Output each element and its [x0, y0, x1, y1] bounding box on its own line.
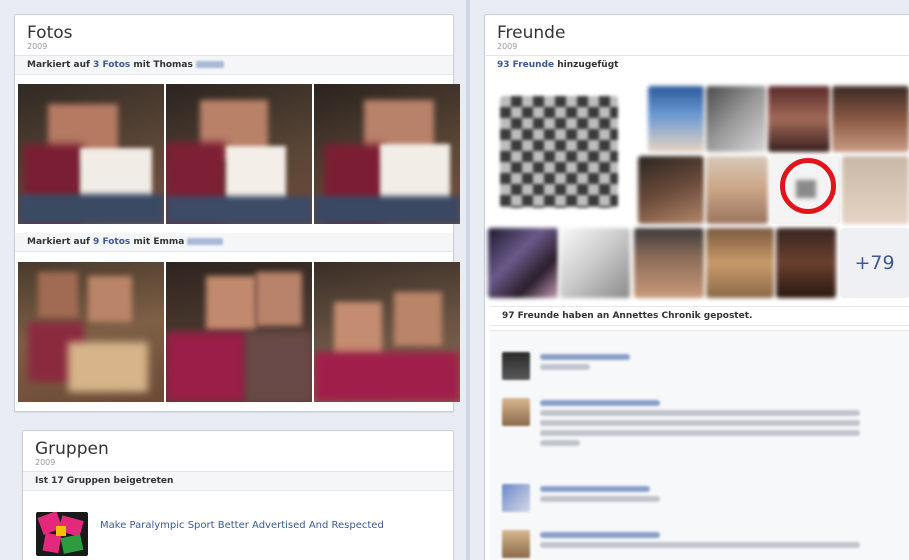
friend-thumb[interactable]	[768, 86, 830, 152]
blurred-surname	[196, 61, 224, 68]
photos-header: Fotos 2009	[15, 15, 453, 56]
avatar	[502, 484, 530, 512]
blurred-author	[540, 532, 660, 538]
red-highlight-circle	[780, 158, 836, 214]
more-friends-button[interactable]: +79	[840, 228, 909, 298]
friend-thumb[interactable]	[842, 156, 909, 224]
photos-title[interactable]: Fotos	[27, 23, 441, 43]
friend-thumb[interactable]	[500, 96, 618, 208]
tagged-person-2[interactable]: Emma	[153, 237, 184, 247]
photos-count-link-1[interactable]: 3 Fotos	[93, 60, 130, 70]
friend-thumb[interactable]	[488, 228, 558, 298]
photo-strip-2	[18, 262, 460, 402]
london-2012-logo	[36, 512, 88, 556]
friends-mosaic: +79	[488, 84, 909, 300]
blurred-text	[540, 542, 860, 548]
blurred-author	[540, 400, 660, 406]
blurred-text	[540, 440, 580, 446]
photos-year: 2009	[27, 42, 48, 51]
friend-thumb[interactable]	[776, 228, 836, 298]
photo-thumb[interactable]	[18, 262, 164, 402]
photo-thumb[interactable]	[166, 262, 312, 402]
wall-post[interactable]	[502, 530, 860, 558]
wall-post[interactable]	[502, 484, 660, 512]
blurred-text	[540, 420, 860, 426]
friends-added-row: 93 Freunde hinzugefügt	[485, 56, 909, 74]
photo-thumb[interactable]	[314, 84, 460, 224]
avatar	[502, 352, 530, 380]
friend-thumb[interactable]	[560, 228, 630, 298]
friends-year: 2009	[497, 42, 518, 51]
groups-title[interactable]: Gruppen	[35, 439, 441, 459]
blurred-author	[540, 354, 630, 360]
photos-count-link-2[interactable]: 9 Fotos	[93, 237, 130, 247]
blurred-surname	[187, 238, 224, 245]
friend-thumb[interactable]	[706, 156, 768, 224]
friend-thumb[interactable]	[648, 86, 704, 152]
photos-tag-row-2: Markiert auf 9 Fotos mit Emma	[15, 233, 453, 252]
photo-thumb[interactable]	[18, 84, 164, 224]
friend-thumb[interactable]	[638, 156, 704, 224]
avatar	[502, 398, 530, 426]
group-item[interactable]: Make Paralympic Sport Better Advertised …	[36, 512, 400, 556]
friend-thumb[interactable]	[832, 86, 909, 152]
photo-strip-1	[18, 84, 460, 224]
blurred-text	[540, 430, 860, 436]
friends-title[interactable]: Freunde	[497, 23, 909, 43]
blurred-text	[540, 364, 590, 370]
tagged-person-1[interactable]: Thomas	[153, 60, 193, 70]
blurred-text	[540, 496, 660, 502]
timeline-line	[466, 0, 470, 560]
groups-header: Gruppen 2009	[23, 431, 453, 472]
wall-post[interactable]	[502, 352, 630, 380]
friends-posted-row: 97 Freunde haben an Annettes Chronik gep…	[490, 306, 909, 326]
friends-count-link[interactable]: 93 Freunde	[497, 60, 554, 70]
groups-year: 2009	[35, 458, 56, 467]
photo-thumb[interactable]	[314, 262, 460, 402]
blurred-author	[540, 486, 650, 492]
photo-thumb[interactable]	[166, 84, 312, 224]
friend-thumb[interactable]	[634, 228, 704, 298]
friends-header: Freunde 2009	[485, 15, 909, 56]
friend-thumb[interactable]	[706, 86, 766, 152]
blurred-text	[540, 410, 860, 416]
avatar	[502, 530, 530, 558]
groups-joined-text: Ist 17 Gruppen beigetreten	[23, 472, 453, 491]
photos-tag-row-1: Markiert auf 3 Fotos mit Thomas	[15, 56, 453, 75]
wall-post[interactable]	[502, 398, 860, 446]
group-name-link[interactable]: Make Paralympic Sport Better Advertised …	[100, 512, 400, 556]
friend-thumb[interactable]	[706, 228, 774, 298]
